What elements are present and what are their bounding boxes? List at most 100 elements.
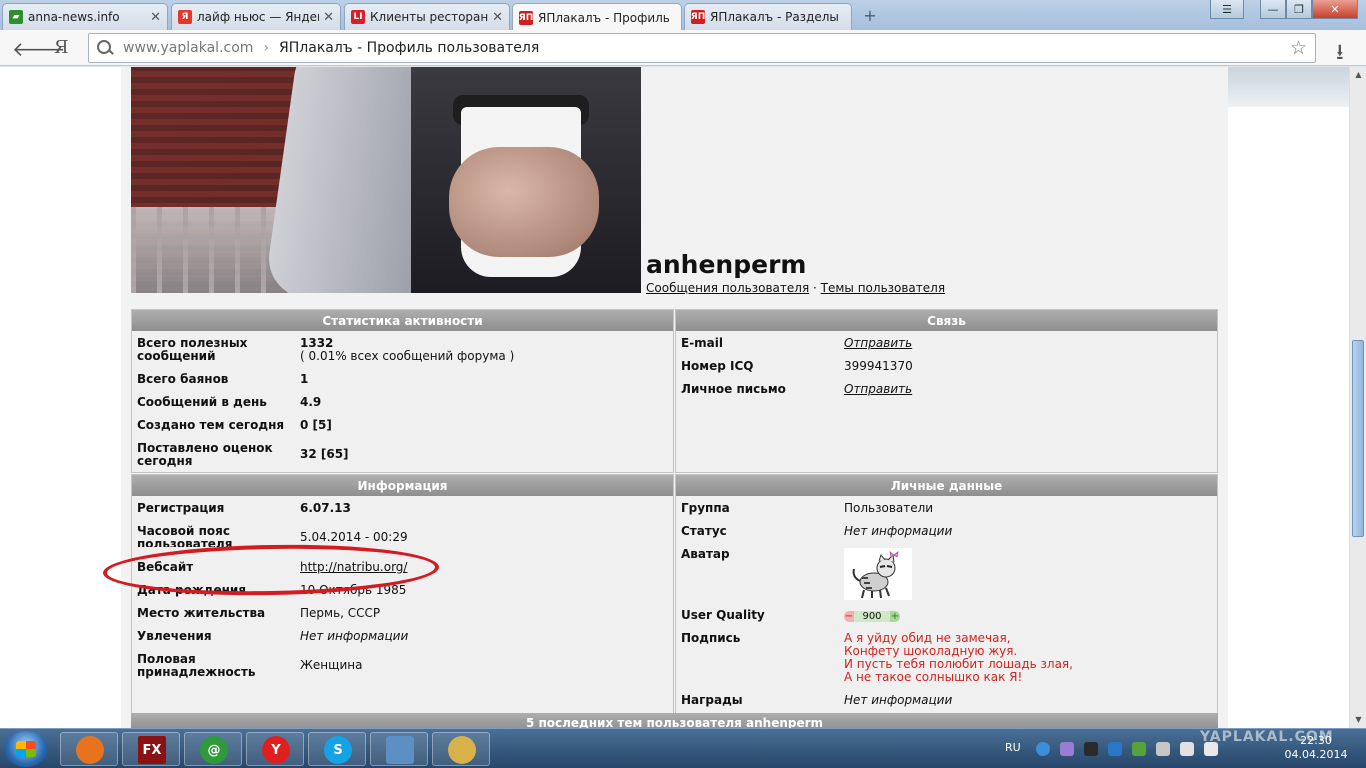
- bookmark-star-icon[interactable]: ☆: [1290, 37, 1307, 59]
- info-label: Дата рождения: [137, 583, 247, 597]
- taskbar-yandex-browser[interactable]: Y: [246, 732, 304, 766]
- usb-tray-icon[interactable]: [1084, 742, 1098, 756]
- info-panel: Информация Регистрация 6.07.13 Часовой п…: [131, 474, 674, 714]
- player-tray-icon[interactable]: [1036, 742, 1050, 756]
- link-separator: ·: [813, 281, 817, 295]
- new-tab-button[interactable]: +: [860, 6, 880, 25]
- firefox-icon: [76, 736, 104, 764]
- profile-photo: [131, 67, 641, 293]
- maximize-button[interactable]: ❐: [1286, 0, 1312, 19]
- tab-close-icon[interactable]: ✕: [492, 10, 503, 25]
- stats-panel: Статистика активности Всего полезных соо…: [131, 309, 674, 473]
- taskbar-mail-agent[interactable]: @: [184, 732, 242, 766]
- tab-title: anna-news.info: [28, 10, 120, 24]
- user-themes-link[interactable]: Темы пользователя: [821, 281, 945, 295]
- personal-label: Статус: [681, 524, 727, 538]
- website-link[interactable]: http://natribu.org/: [300, 560, 407, 574]
- taskbar-firefox[interactable]: [60, 732, 118, 766]
- network-tray-icon[interactable]: [1108, 742, 1122, 756]
- stats-label: Поставлено оценок сегодня: [137, 441, 273, 468]
- taskbar-paint[interactable]: [432, 732, 490, 766]
- profile-username: anhenperm: [646, 250, 807, 279]
- tab-yaplakal-profile[interactable]: ЯП ЯПлакалъ - Профиль: [512, 3, 682, 31]
- scroll-down-arrow-icon[interactable]: ▼: [1350, 712, 1366, 728]
- address-page-title: ЯПлакалъ - Профиль пользователя: [279, 40, 540, 56]
- info-label: Вебсайт: [137, 560, 194, 574]
- menu-button[interactable]: ☰: [1210, 0, 1244, 19]
- yandex-browser-icon: Y: [262, 736, 290, 764]
- close-window-button[interactable]: ✕: [1312, 0, 1358, 19]
- minimize-button[interactable]: —: [1260, 0, 1286, 19]
- tab-yandex[interactable]: Я лайф ньюс — Яндекс ✕: [171, 3, 341, 30]
- taskbar-fxpro[interactable]: FX: [122, 732, 180, 766]
- tab-favicon-icon: ▰: [9, 10, 23, 24]
- back-arrow-icon[interactable]: 🡐: [12, 37, 66, 61]
- yandex-logo[interactable]: Я: [54, 37, 69, 58]
- contact-label: E-mail: [681, 336, 724, 350]
- stats-value: 1: [300, 372, 309, 386]
- watermark: YAPLAKAL.COM: [1200, 729, 1334, 745]
- group-value: Пользователи: [844, 501, 934, 515]
- antivirus-tray-icon[interactable]: [1132, 742, 1146, 756]
- info-value: 10 Октябрь 1985: [300, 583, 407, 597]
- profile-links: Сообщения пользователя · Темы пользовате…: [646, 281, 945, 295]
- page-viewport: anhenperm Сообщения пользователя · Темы …: [0, 67, 1349, 728]
- tab-title: Клиенты ресторана ": [370, 10, 489, 24]
- tab-yaplakal-sections[interactable]: ЯП ЯПлакалъ - Разделы: [684, 3, 852, 30]
- info-header: Информация: [132, 475, 673, 496]
- signal-tray-icon[interactable]: [1180, 742, 1194, 756]
- contact-label: Номер ICQ: [681, 359, 754, 373]
- stats-label: Всего баянов: [137, 372, 229, 386]
- taskbar-skype[interactable]: S: [308, 732, 366, 766]
- personal-label: Награды: [681, 693, 743, 707]
- tab-favicon-icon: LI: [351, 10, 365, 24]
- feather-tray-icon[interactable]: [1060, 742, 1074, 756]
- quality-minus-button[interactable]: −: [844, 610, 854, 623]
- tab-favicon-icon: ЯП: [690, 10, 706, 24]
- tab-close-icon[interactable]: ✕: [323, 10, 334, 25]
- personal-label: User Quality: [681, 608, 765, 622]
- awards-value: Нет информации: [844, 693, 953, 707]
- stats-header: Статистика активности: [132, 310, 673, 331]
- address-bar[interactable]: www.yaplakal.com › ЯПлакалъ - Профиль по…: [88, 33, 1316, 63]
- paint-palette-icon: [448, 736, 476, 764]
- info-value: Нет информации: [300, 629, 409, 643]
- info-label: Регистрация: [137, 501, 225, 515]
- skype-icon: S: [324, 736, 352, 764]
- signature: А я уйду обид не замечая, Конфету шокола…: [844, 632, 1073, 684]
- page-scrollbar[interactable]: ▲ ▼: [1349, 67, 1366, 728]
- tab-favicon-icon: ЯП: [518, 10, 534, 25]
- start-button[interactable]: [4, 731, 48, 767]
- tab-title: ЯПлакалъ - Разделы: [710, 10, 839, 24]
- scrollbar-thumb[interactable]: [1352, 340, 1364, 537]
- tab-close-icon[interactable]: ✕: [150, 10, 161, 25]
- mail-agent-icon: @: [200, 736, 228, 764]
- scroll-up-arrow-icon[interactable]: ▲: [1350, 67, 1366, 83]
- tab-anna-news[interactable]: ▰ anna-news.info ✕: [2, 3, 168, 30]
- tab-title: лайф ньюс — Яндекс: [197, 10, 320, 24]
- personal-label: Подпись: [681, 631, 741, 645]
- fxpro-icon: FX: [138, 736, 166, 764]
- private-message-link[interactable]: Отправить: [844, 382, 912, 396]
- info-value: 5.04.2014 - 00:29: [300, 530, 408, 544]
- info-value: Пермь, СССР: [300, 606, 381, 620]
- tab-restaurant-clients[interactable]: LI Клиенты ресторана " ✕: [344, 3, 510, 30]
- control-panel-icon: [386, 736, 414, 764]
- stats-value: 0 [5]: [300, 418, 332, 432]
- info-value: Женщина: [300, 658, 363, 672]
- side-banner: [1228, 67, 1349, 107]
- action-center-icon[interactable]: [1156, 742, 1170, 756]
- stats-label: Создано тем сегодня: [137, 418, 285, 432]
- quality-plus-button[interactable]: +: [890, 610, 900, 623]
- email-send-link[interactable]: Отправить: [844, 336, 912, 350]
- user-messages-link[interactable]: Сообщения пользователя: [646, 281, 809, 295]
- language-indicator[interactable]: RU: [1005, 741, 1021, 754]
- taskbar-control-panel[interactable]: [370, 732, 428, 766]
- tab-strip: ▰ anna-news.info ✕ Я лайф ньюс — Яндекс …: [0, 0, 1366, 31]
- status-value: Нет информации: [844, 524, 953, 538]
- user-quality-meter: − 900 +: [844, 609, 900, 622]
- stats-sub: ( 0.01% всех сообщений форума ): [300, 349, 515, 363]
- info-value: 6.07.13: [300, 501, 351, 515]
- stats-label: Всего полезных сообщений: [137, 336, 248, 363]
- icq-value: 399941370: [844, 359, 913, 373]
